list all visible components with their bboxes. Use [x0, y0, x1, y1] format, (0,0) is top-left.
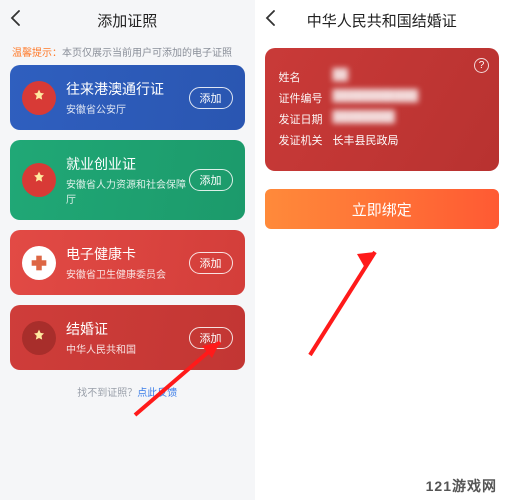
right-title: 中华人民共和国结婚证 [307, 10, 457, 31]
card-sub: 中华人民共和国 [66, 341, 189, 356]
emblem-icon [22, 81, 56, 115]
tip-text: 本页仅展示当前用户可添加的电子证照 [62, 48, 232, 59]
field-name: 姓名 ██ [279, 69, 486, 85]
card-employment[interactable]: 就业创业证 安徽省人力资源和社会保障厅 添加 [10, 140, 245, 220]
add-button[interactable]: 添加 [189, 87, 233, 109]
card-list: 往来港澳通行证 安徽省公安厅 添加 就业创业证 安徽省人力资源和社会保障厅 添加… [0, 65, 255, 380]
card-health[interactable]: 电子健康卡 安徽省卫生健康委员会 添加 [10, 230, 245, 295]
card-sub: 安徽省卫生健康委员会 [66, 266, 189, 281]
bind-button-label: 立即绑定 [352, 199, 412, 220]
card-sub: 安徽省公安厅 [66, 101, 189, 116]
field-date: 发证日期 ████████ [279, 111, 486, 127]
footer-text: 找不到证照？ [77, 388, 137, 399]
left-title: 添加证照 [97, 10, 157, 31]
right-screen: 中华人民共和国结婚证 ? 姓名 ██ 证件编号 ███████████ 发证日期… [255, 0, 509, 500]
card-title: 电子健康卡 [66, 244, 189, 264]
right-topbar: 中华人民共和国结婚证 [255, 0, 509, 40]
card-title: 就业创业证 [66, 154, 189, 174]
left-topbar: 添加证照 [0, 0, 255, 40]
add-button[interactable]: 添加 [189, 169, 233, 191]
tip-label: 温馨提示： [12, 48, 62, 59]
feedback-link[interactable]: 点此反馈 [137, 388, 177, 399]
annotation-arrow-icon [305, 240, 395, 360]
bind-button[interactable]: 立即绑定 [265, 189, 500, 229]
add-button[interactable]: 添加 [189, 327, 233, 349]
health-icon [22, 246, 56, 280]
left-screen: 添加证照 温馨提示：本页仅展示当前用户可添加的电子证照 往来港澳通行证 安徽省公… [0, 0, 255, 500]
back-icon[interactable] [265, 10, 275, 31]
add-button[interactable]: 添加 [189, 252, 233, 274]
footer-hint: 找不到证照？点此反馈 [0, 384, 255, 399]
card-title: 结婚证 [66, 319, 189, 339]
field-id: 证件编号 ███████████ [279, 90, 486, 106]
tip-bar: 温馨提示：本页仅展示当前用户可添加的电子证照 [0, 40, 255, 65]
emblem-icon [22, 321, 56, 355]
watermark: 121游戏网 [426, 476, 497, 496]
card-sub: 安徽省人力资源和社会保障厅 [66, 176, 189, 206]
card-hk-macao[interactable]: 往来港澳通行证 安徽省公安厅 添加 [10, 65, 245, 130]
certificate-card: ? 姓名 ██ 证件编号 ███████████ 发证日期 ████████ 发… [265, 48, 500, 171]
card-marriage[interactable]: 结婚证 中华人民共和国 添加 [10, 305, 245, 370]
back-icon[interactable] [10, 10, 20, 31]
emblem-icon [22, 163, 56, 197]
card-title: 往来港澳通行证 [66, 79, 189, 99]
field-org: 发证机关 长丰县民政局 [279, 132, 486, 148]
